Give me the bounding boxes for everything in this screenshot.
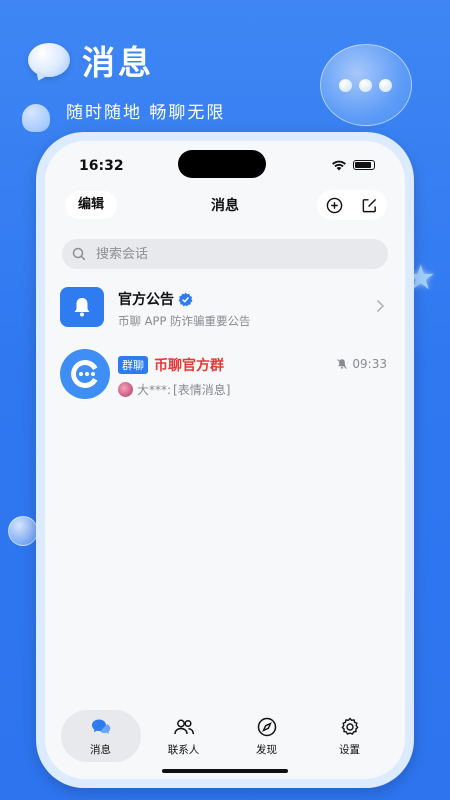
decorative-chat-bubble-icon (320, 44, 412, 126)
conversation-title-text: 官方公告 (118, 292, 174, 308)
status-icons (331, 159, 375, 171)
home-indicator (162, 769, 288, 773)
add-circle-icon[interactable] (326, 197, 343, 214)
promo-title: 消息 (82, 43, 154, 82)
promo-header: 消息 随时随地 畅聊无限 (28, 36, 225, 123)
decorative-bubble-icon (8, 516, 38, 546)
phone-frame: 16:32 编辑 消息 搜索会话 官方公告 币聊 APP 防诈骗重要公告 群聊 … (36, 132, 414, 788)
tab-label: 消息 (90, 743, 111, 756)
battery-icon (353, 160, 375, 170)
dynamic-island (178, 150, 266, 178)
search-icon (72, 247, 86, 261)
phone-screen: 16:32 编辑 消息 搜索会话 官方公告 币聊 APP 防诈骗重要公告 群聊 … (45, 141, 405, 779)
search-input[interactable] (94, 245, 338, 263)
tab-bar: 消息 联系人 发现 设置 (59, 705, 391, 767)
sender-avatar (118, 382, 133, 397)
group-avatar (60, 349, 110, 399)
contacts-icon (173, 719, 194, 734)
chat-bubble-logo-icon (28, 43, 70, 77)
bell-icon (74, 298, 90, 317)
mute-bell-icon (337, 359, 348, 369)
chevron-right-icon (376, 299, 385, 313)
tab-label: 发现 (256, 743, 277, 756)
compass-icon (257, 717, 276, 736)
last-message-text: [表情消息] (173, 383, 231, 397)
announcement-avatar (60, 287, 104, 327)
conversation-subtitle: 币聊 APP 防诈骗重要公告 (118, 314, 251, 328)
group-chat-badge: 群聊 (118, 356, 148, 374)
status-bar: 16:32 (45, 141, 405, 185)
tab-discover[interactable]: 发现 (227, 710, 307, 762)
conversation-time: 09:33 (352, 357, 387, 371)
decorative-bell-icon (22, 104, 50, 132)
conversation-meta: 09:33 (336, 357, 387, 371)
status-time: 16:32 (79, 158, 124, 174)
chat-icon (91, 719, 110, 734)
tab-settings[interactable]: 设置 (310, 710, 390, 762)
wifi-icon (332, 160, 346, 171)
nav-actions (317, 190, 387, 220)
search-bar[interactable] (62, 239, 388, 269)
promo-title-row: 消息 (28, 36, 225, 84)
conversation-title: 群聊 币聊官方群 (118, 355, 224, 375)
verified-icon (178, 292, 193, 306)
nav-bar: 编辑 消息 (45, 185, 405, 225)
tab-label: 联系人 (167, 743, 200, 756)
promo-subtitle: 随时随地 畅聊无限 (66, 103, 226, 123)
conversation-title-text: 币聊官方群 (154, 358, 224, 374)
chat-logo-icon (71, 359, 98, 388)
conversation-title: 官方公告 (118, 289, 193, 309)
conversation-item-group[interactable]: 群聊 币聊官方群 09:33 大***: [表情消息] (45, 341, 405, 405)
sender-name: 大***: (137, 383, 172, 397)
tab-messages[interactable]: 消息 (60, 710, 141, 762)
tab-label: 设置 (339, 743, 360, 756)
conversation-item-announcement[interactable]: 官方公告 币聊 APP 防诈骗重要公告 (45, 275, 405, 339)
tab-contacts[interactable]: 联系人 (144, 710, 224, 762)
compose-icon[interactable] (361, 197, 378, 214)
settings-icon (340, 716, 359, 735)
conversation-last-message: 大***: [表情消息] (118, 381, 230, 398)
